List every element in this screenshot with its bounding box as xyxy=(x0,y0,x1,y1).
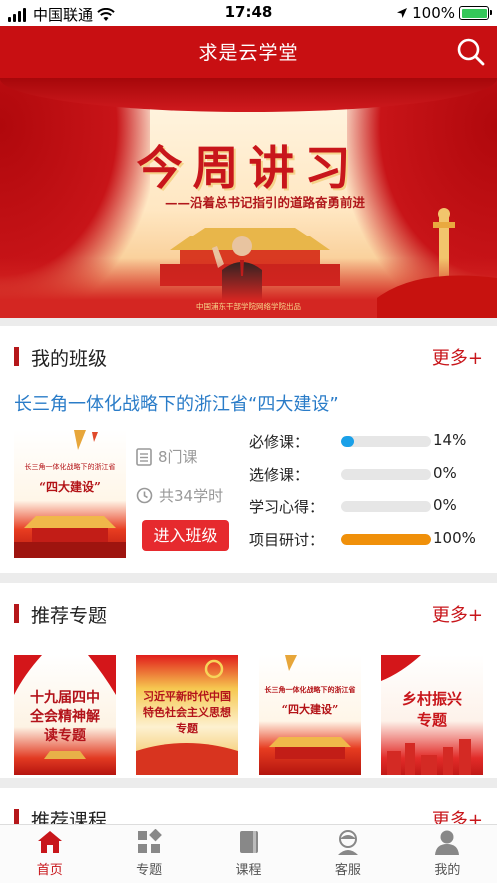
progress-label: 项目研讨： xyxy=(249,531,325,549)
tab-profile[interactable]: 我的 xyxy=(398,825,497,883)
banner-footer: 中国浦东干部学院网络学院出品 xyxy=(196,302,301,311)
book-icon xyxy=(239,831,258,853)
search-icon[interactable] xyxy=(455,36,487,68)
section-title: 我的班级 xyxy=(31,348,108,370)
progress-row: 必修课： 14% xyxy=(249,431,489,451)
hours-row: 共34学时 xyxy=(136,485,223,506)
section-title: 推荐专题 xyxy=(31,605,108,627)
customer-service-icon xyxy=(337,830,358,855)
more-link[interactable]: 更多+ xyxy=(432,344,483,370)
progress-row: 学习心得： 0% xyxy=(249,496,489,516)
course-count: 8门课 xyxy=(158,448,198,466)
banner-title: 今周讲习 xyxy=(136,141,361,195)
document-icon xyxy=(136,447,152,466)
progress-bar xyxy=(341,534,431,545)
progress-label: 学习心得： xyxy=(249,498,325,516)
topic-title-line-2: “四大建设” xyxy=(281,703,339,716)
topic-card[interactable]: 十九届四中全会精神解读专题 xyxy=(14,655,116,775)
user-icon xyxy=(435,830,460,855)
thumb-line-1: 长三角一体化战略下的浙江省 xyxy=(24,463,116,471)
clock-icon xyxy=(136,487,153,504)
tab-label: 专题 xyxy=(136,863,163,878)
class-thumbnail[interactable]: 长三角一体化战略下的浙江省 “四大建设” xyxy=(14,430,126,558)
tab-label: 我的 xyxy=(434,863,461,878)
topic-card[interactable]: 习近平新时代中国特色社会主义思想专题 xyxy=(136,655,238,775)
enter-class-button[interactable]: 进入班级 xyxy=(142,520,229,551)
tab-courses[interactable]: 课程 xyxy=(199,825,298,883)
course-count-row: 8门课 xyxy=(136,446,198,467)
my-class-section: 我的班级 更多+ 长三角一体化战略下的浙江省“四大建设” 长三角一体化战略下的浙… xyxy=(0,326,497,573)
battery-icon xyxy=(459,6,492,20)
progress-bar xyxy=(341,436,431,447)
tab-label: 客服 xyxy=(334,863,361,878)
progress-row: 项目研讨： 100% xyxy=(249,529,489,549)
battery-percent: 100% xyxy=(412,4,455,22)
progress-bar xyxy=(341,501,431,512)
more-link[interactable]: 更多+ xyxy=(432,601,483,627)
section-marker xyxy=(14,347,19,366)
total-hours: 共34学时 xyxy=(159,487,224,505)
app-title: 求是云学堂 xyxy=(198,42,299,64)
progress-value: 0% xyxy=(433,464,457,482)
tab-customer-service[interactable]: 客服 xyxy=(298,825,397,883)
recommended-topics-section: 推荐专题 更多+ 十九届四中全会精神解读专题 习近平新时代中国特色社会主义思想专… xyxy=(0,583,497,778)
banner-subtitle: ——沿着总书记指引的道路奋勇前进 xyxy=(165,195,366,210)
progress-value: 0% xyxy=(433,496,457,514)
home-icon xyxy=(37,831,62,853)
topic-card[interactable]: 乡村振兴专题 xyxy=(381,655,483,775)
progress-row: 选修课： 0% xyxy=(249,464,489,484)
bottom-tab-bar: 首页 专题 课程 客服 我的 xyxy=(0,824,497,883)
topic-title-line-1: 长三角一体化战略下的浙江省 xyxy=(264,685,356,694)
progress-fill xyxy=(341,436,354,447)
progress-label: 选修课： xyxy=(249,466,310,484)
progress-value: 100% xyxy=(433,529,476,547)
thumb-line-2: “四大建设” xyxy=(39,480,101,494)
grid-icon xyxy=(138,829,162,853)
topic-title: 乡村振兴专题 xyxy=(401,690,462,729)
location-arrow-icon xyxy=(397,8,408,18)
tab-label: 课程 xyxy=(235,863,262,878)
progress-fill xyxy=(341,534,431,545)
banner-carousel[interactable]: 今周讲习 ——沿着总书记指引的道路奋勇前进 中国浦东干部学院网络学院出品 xyxy=(0,78,497,318)
tab-label: 首页 xyxy=(36,863,63,878)
status-bar: 中国联通 17:48 100% xyxy=(0,0,497,26)
topic-title: 习近平新时代中国特色社会主义思想专题 xyxy=(143,690,231,735)
progress-label: 必修课： xyxy=(249,433,310,451)
recommended-courses-section: 推荐课程 更多+ xyxy=(0,788,497,832)
topic-card[interactable]: 长三角一体化战略下的浙江省 “四大建设” xyxy=(259,655,361,775)
tab-topics[interactable]: 专题 xyxy=(99,825,198,883)
app-screen: 中国联通 17:48 100% 求是云学堂 今周讲习 ——沿着总书记指引的道路奋… xyxy=(0,0,497,883)
app-header: 求是云学堂 xyxy=(0,26,497,78)
section-marker xyxy=(14,604,19,623)
tab-home[interactable]: 首页 xyxy=(0,825,99,883)
topic-title: 十九届四中全会精神解读专题 xyxy=(30,690,100,744)
class-name-link[interactable]: 长三角一体化战略下的浙江省“四大建设” xyxy=(14,390,339,416)
progress-bar xyxy=(341,469,431,480)
progress-value: 14% xyxy=(433,431,467,449)
